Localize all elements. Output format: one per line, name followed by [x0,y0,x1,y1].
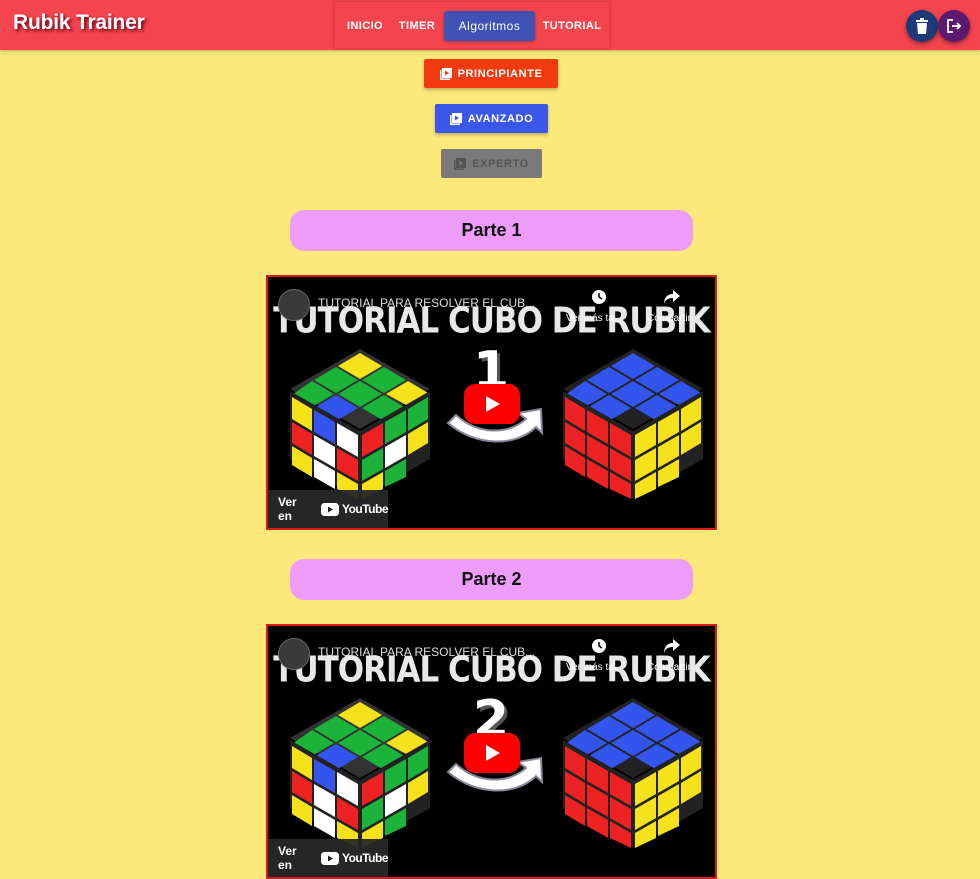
video-library-icon [449,112,462,125]
channel-avatar[interactable] [278,638,310,670]
video-player-part-2[interactable]: TUTORIAL CUBO DE RUBIK TUTORIAL PARA RES… [266,624,717,879]
app-title[interactable]: Rubik Trainer [13,11,145,35]
delete-button[interactable] [906,10,938,42]
rubik-cube-image-right [563,698,703,848]
youtube-wordmark: YouTube [341,851,389,865]
share-label[interactable]: Compartir [647,313,691,324]
video-player-part-1[interactable]: TUTORIAL CUBO DE RUBIK TUTORIAL PARA RES… [266,275,717,530]
logout-icon [947,19,962,33]
video-title-link[interactable]: TUTORIAL PARA RESOLVER EL CUB... [318,645,535,659]
rubik-cube-image-left [290,698,430,848]
nav-timer[interactable]: TIMER [397,11,437,41]
nav-tutorial[interactable]: TUTORIAL [541,11,603,41]
share-icon[interactable] [663,638,681,654]
experto-label: EXPERTO [472,157,529,170]
principiante-label: PRINCIPIANTE [457,67,543,80]
clock-icon[interactable] [591,638,607,654]
nav-algoritmos[interactable]: Algoritmos [444,11,535,41]
share-label[interactable]: Compartir [647,662,691,673]
watch-on-label: Ver en [278,495,297,523]
part-2-heading: Parte 2 [290,559,693,600]
youtube-wordmark: YouTube [341,502,389,516]
play-button[interactable] [464,384,520,424]
watch-on-youtube-link[interactable]: Ver en YouTube [268,490,389,528]
avanzado-label: AVANZADO [467,112,534,125]
share-icon[interactable] [663,289,681,305]
video-library-icon [454,157,467,170]
watch-later-label[interactable]: Ver más ta... [566,313,622,324]
watch-on-label: Ver en [278,844,297,872]
principiante-button[interactable]: PRINCIPIANTE [424,59,558,88]
trash-icon [916,18,928,34]
avanzado-button[interactable]: AVANZADO [435,104,548,133]
top-app-bar: Rubik Trainer INICIO TIMER Algoritmos TU… [0,0,980,50]
watch-on-youtube-link[interactable]: Ver en YouTube [268,839,389,877]
clock-icon[interactable] [591,289,607,305]
channel-avatar[interactable] [278,289,310,321]
play-button[interactable] [464,733,520,773]
main-nav: INICIO TIMER Algoritmos TUTORIAL [335,2,609,48]
youtube-logo: YouTube [320,851,389,865]
video-library-icon [439,67,452,80]
youtube-icon [320,851,339,865]
part-1-heading: Parte 1 [290,210,693,251]
experto-button[interactable]: EXPERTO [441,149,542,178]
rubik-cube-image-right [563,349,703,499]
watch-later-label[interactable]: Ver más ta... [566,662,622,673]
logout-button[interactable] [938,10,970,42]
rubik-cube-image-left [290,349,430,499]
youtube-icon [320,502,339,516]
video-title-link[interactable]: TUTORIAL PARA RESOLVER EL CUB... [318,296,535,310]
nav-inicio[interactable]: INICIO [345,11,385,41]
youtube-logo: YouTube [320,502,389,516]
